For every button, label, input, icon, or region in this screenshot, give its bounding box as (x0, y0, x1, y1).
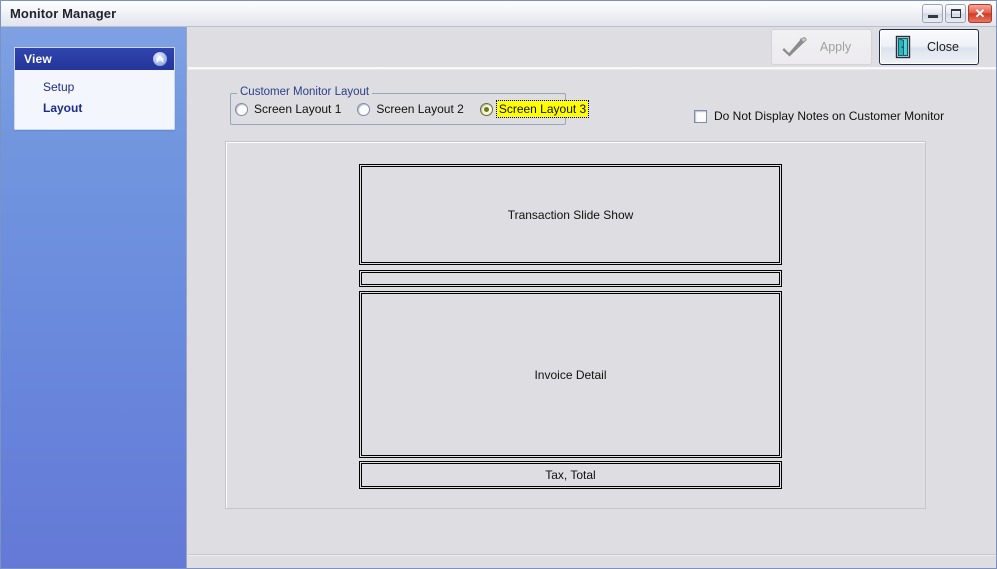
toolbar-separator (188, 67, 996, 70)
radio-label: Screen Layout 1 (254, 102, 342, 116)
title-bar: Monitor Manager ✕ (1, 1, 996, 27)
preview-panel-tax-total[interactable]: Tax, Total (359, 461, 782, 489)
checkbox-label: Do Not Display Notes on Customer Monitor (714, 109, 945, 123)
panel-label: Tax, Total (545, 468, 596, 482)
sidebar-item-layout[interactable]: Layout (15, 98, 174, 119)
layout-preview-container: Transaction Slide Show Invoice Detail Ta… (225, 141, 926, 509)
do-not-display-notes-checkbox[interactable]: Do Not Display Notes on Customer Monitor (694, 109, 944, 123)
layout-radio-group: Screen Layout 1 Screen Layout 2 Screen L… (235, 99, 602, 119)
close-window-button[interactable]: ✕ (968, 4, 992, 23)
radio-label: Screen Layout 3 (495, 100, 590, 118)
radio-indicator[interactable] (357, 102, 371, 116)
check-brush-icon (780, 33, 810, 61)
panel-label: Transaction Slide Show (507, 207, 634, 222)
maximize-icon (951, 9, 961, 18)
minimize-icon (928, 15, 938, 18)
radio-indicator[interactable] (479, 102, 493, 116)
radio-label: Screen Layout 2 (376, 102, 464, 116)
chevron-up-circle-icon[interactable] (152, 51, 168, 67)
view-panel-body: Setup Layout (15, 70, 174, 129)
close-button-label: Close (927, 40, 959, 54)
sidebar-item-setup[interactable]: Setup (15, 77, 174, 98)
sidebar: View Setup Layout (1, 27, 187, 568)
window-controls: ✕ (922, 4, 992, 23)
radio-screen-layout-3[interactable]: Screen Layout 3 (479, 100, 590, 118)
customer-monitor-layout-group: Customer Monitor Layout Screen Layout 1 … (230, 86, 590, 125)
panel-label: Invoice Detail (534, 367, 607, 382)
view-panel-title: View (24, 52, 52, 66)
radio-screen-layout-2[interactable]: Screen Layout 2 (357, 101, 465, 117)
view-panel: View Setup Layout (14, 47, 175, 130)
maximize-button[interactable] (945, 4, 966, 23)
close-icon: ✕ (974, 6, 986, 21)
minimize-button[interactable] (922, 4, 943, 23)
radio-indicator[interactable] (235, 102, 248, 116)
checkbox-indicator[interactable] (694, 109, 707, 123)
layout-preview-screen: Transaction Slide Show Invoice Detail Ta… (359, 164, 782, 489)
monitor-manager-window: Monitor Manager ✕ View Setup Layout Appl… (0, 0, 997, 569)
toolbar: Apply Close (188, 27, 996, 67)
preview-panel-transaction-slide-show[interactable]: Transaction Slide Show (359, 164, 782, 265)
window-title: Monitor Manager (10, 6, 117, 21)
apply-button-label: Apply (819, 40, 852, 54)
preview-panel-invoice-detail[interactable]: Invoice Detail (359, 291, 782, 458)
close-button[interactable]: Close (879, 29, 979, 65)
group-legend: Customer Monitor Layout (237, 86, 373, 98)
exit-door-icon (888, 33, 918, 61)
apply-button[interactable]: Apply (771, 29, 872, 65)
view-panel-header[interactable]: View (15, 48, 174, 70)
preview-panel-strip[interactable] (359, 270, 782, 287)
bottom-separator (188, 554, 996, 556)
content-area: Apply Close Customer Monitor Layout Scre… (188, 27, 996, 568)
radio-screen-layout-1[interactable]: Screen Layout 1 (235, 101, 343, 117)
